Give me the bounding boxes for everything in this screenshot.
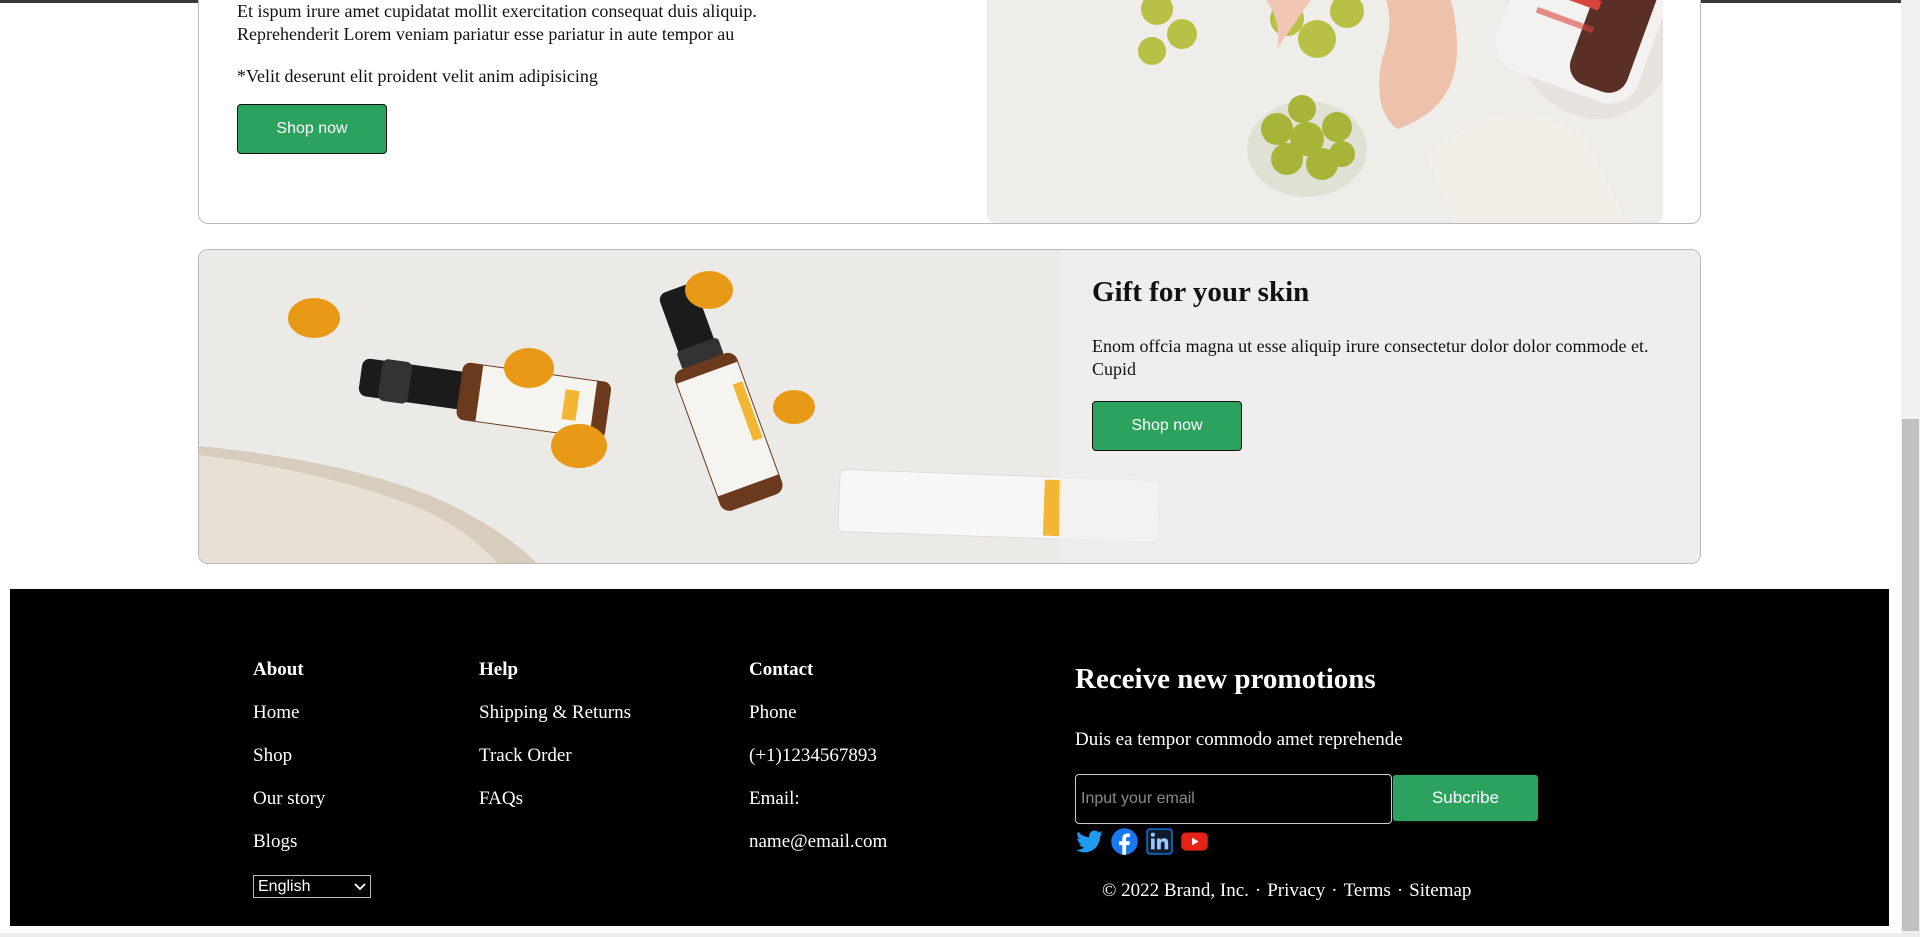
gummies-photo-illustration [987,0,1663,223]
footer-contact-column: Contact Phone (+1)1234567893 Email: name… [749,659,887,874]
contact-email-label: Email: [749,788,800,809]
footer-link-track-order[interactable]: Track Order [479,745,631,788]
legal-separator: · [1396,880,1404,901]
product-card-top-line-2: Reprehenderit Lorem veniam pariatur esse… [237,24,735,44]
legal-separator: · [1254,880,1262,901]
gummies-product-photo [987,0,1663,223]
product-card-top-copy: Et ispum irure amet cupidatat mollit exe… [237,0,877,88]
newsletter-title: Receive new promotions [1075,663,1376,695]
language-select-value: English [258,877,311,895]
gift-title: Gift for your skin [1092,276,1310,308]
terms-link[interactable]: Terms [1344,880,1391,902]
chevron-down-icon [354,882,366,890]
page-scrollbar-thumb[interactable] [1902,419,1919,931]
footer-help-heading: Help [479,659,519,680]
contact-phone-number: (+1)1234567893 [749,745,877,766]
footer-link-home[interactable]: Home [253,702,325,745]
shop-now-button[interactable]: Shop now [1092,401,1242,451]
newsletter-description: Duis ea tempor commodo amet reprehende [1075,729,1403,750]
contact-phone-label: Phone [749,702,797,723]
footer-contact-heading: Contact [749,659,814,680]
site-footer: About Home Shop Our story Blogs English … [10,589,1889,926]
footer-link-shop[interactable]: Shop [253,745,325,788]
facebook-icon[interactable] [1110,827,1139,856]
linkedin-icon[interactable] [1145,827,1174,856]
sitemap-link[interactable]: Sitemap [1409,880,1471,902]
contact-email-address: name@email.com [749,831,888,852]
language-select[interactable]: English [253,875,371,898]
footer-link-faqs[interactable]: FAQs [479,788,631,831]
serum-product-photo [199,250,1700,563]
product-card-top-note: *Velit deserunt elit proident velit anim… [237,66,598,86]
twitter-icon[interactable] [1075,827,1104,856]
footer-link-shipping-returns[interactable]: Shipping & Returns [479,702,631,745]
privacy-link[interactable]: Privacy [1267,880,1325,902]
footer-about-column: About Home Shop Our story Blogs [253,659,325,874]
copyright-text: © 2022 Brand, Inc. [1102,880,1249,901]
footer-legal: © 2022 Brand, Inc. · Privacy · Terms · S… [1102,880,1471,902]
window-bottom-rule [0,933,1920,937]
product-card-top: Et ispum irure amet cupidatat mollit exe… [198,0,1701,224]
subscribe-button[interactable]: Subcribe [1392,774,1539,822]
footer-about-heading: About [253,659,304,680]
gift-description: Enom offcia magna ut esse aliquip irure … [1092,336,1649,379]
footer-link-our-story[interactable]: Our story [253,788,325,831]
youtube-icon[interactable] [1180,827,1209,856]
legal-separator: · [1331,880,1338,901]
footer-help-column: Help Shipping & Returns Track Order FAQs [479,659,631,831]
shop-now-button[interactable]: Shop now [237,104,387,154]
gift-product-card: Gift for your skin Enom offcia magna ut … [198,249,1701,564]
social-links [1075,827,1209,856]
product-card-top-line-1: Et ispum irure amet cupidatat mollit exe… [237,1,757,21]
newsletter-email-input[interactable] [1075,774,1392,824]
footer-link-blogs[interactable]: Blogs [253,831,325,874]
